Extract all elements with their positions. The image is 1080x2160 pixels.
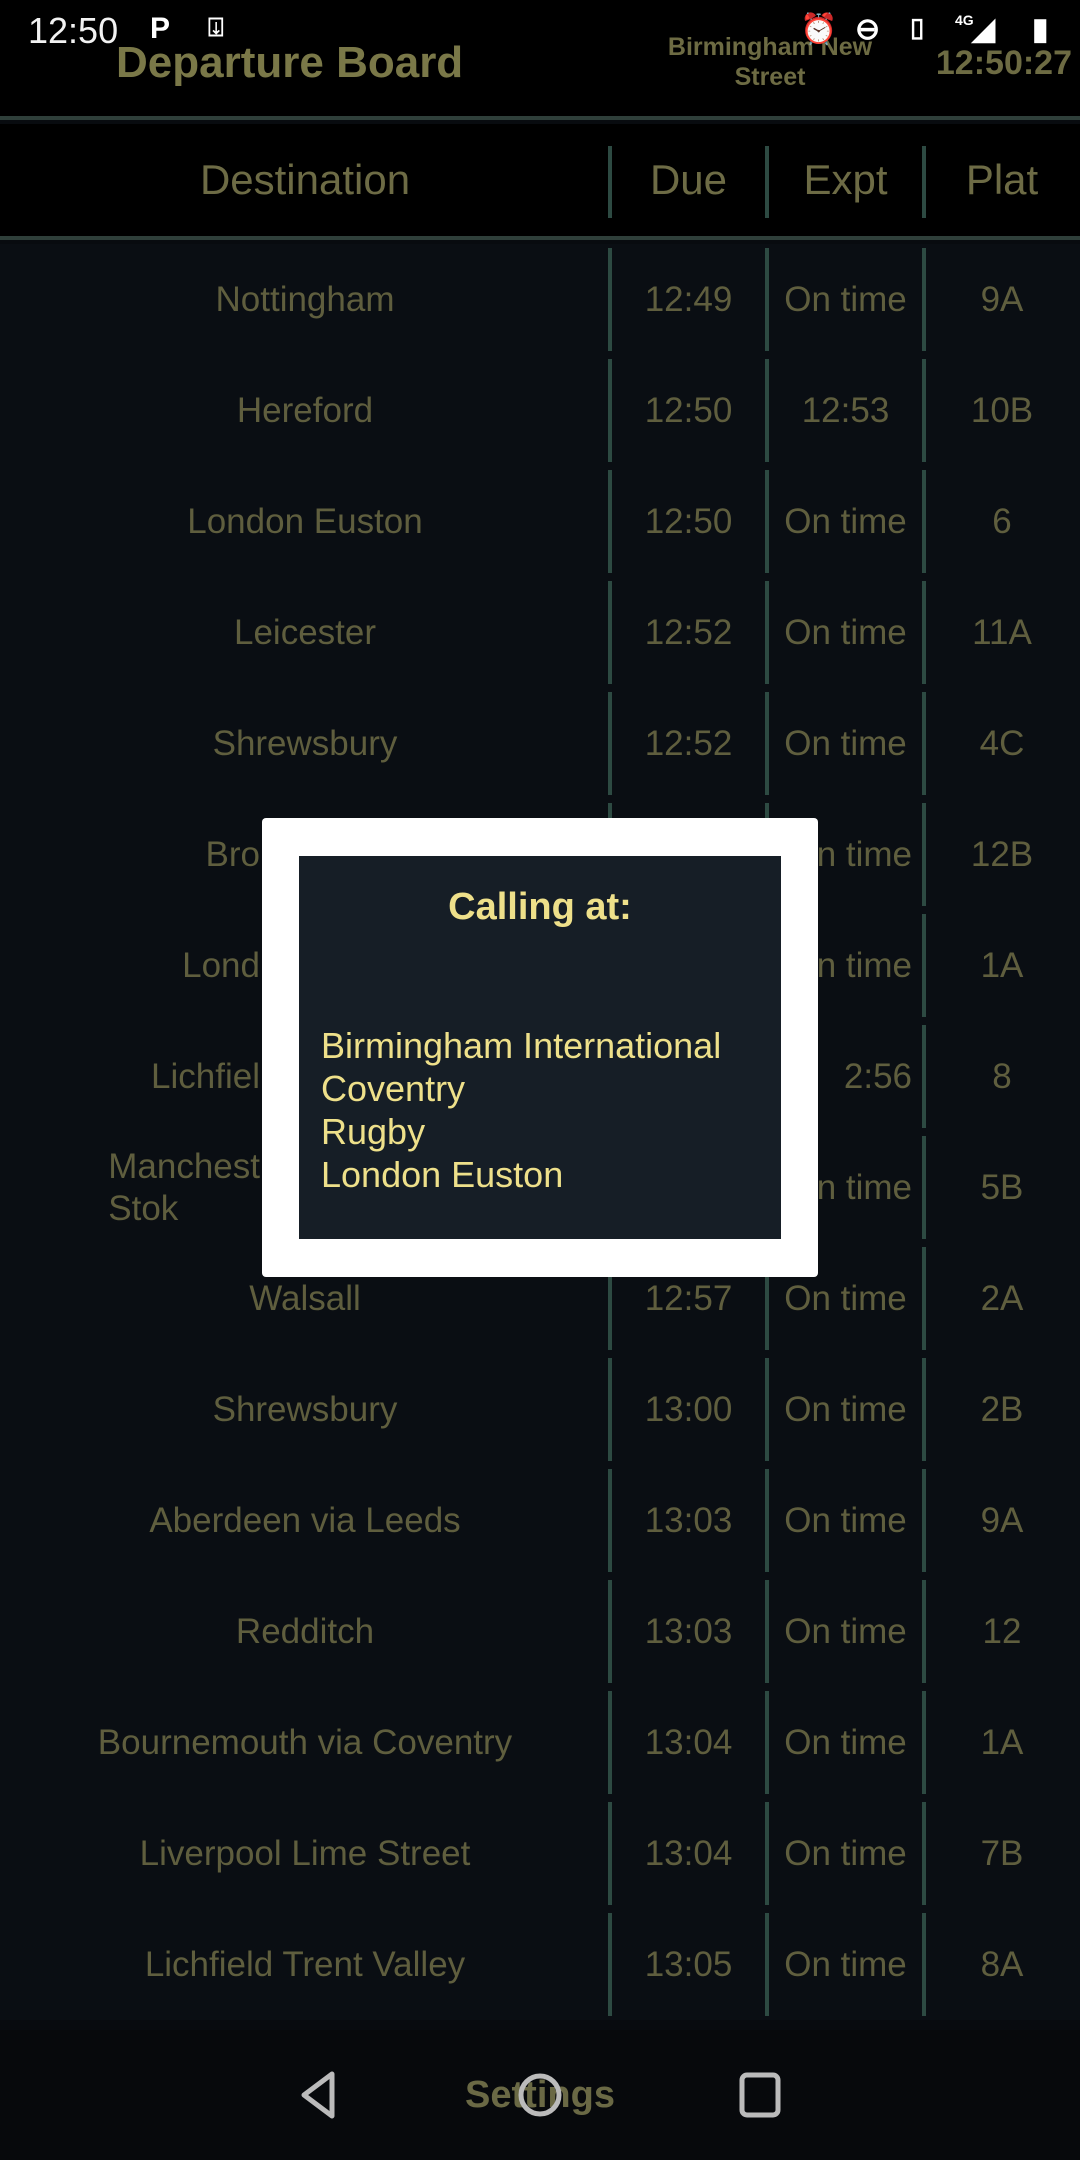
due-time: 13:05: [644, 1944, 733, 1984]
platform: 9A: [980, 1500, 1024, 1540]
platform: 11A: [972, 612, 1032, 652]
platform: 8A: [980, 1944, 1024, 1984]
col-plat: Plat: [965, 156, 1039, 203]
platform: 6: [992, 501, 1012, 541]
departure-row[interactable]: Shrewsbury 12:52 On time 4C: [0, 688, 1080, 799]
departure-row[interactable]: Hereford 12:50 12:53 10B: [0, 355, 1080, 466]
due-time: 12:52: [644, 612, 733, 652]
due-time: 13:04: [644, 1833, 733, 1873]
navigation-bar: Settings: [0, 2030, 1080, 2160]
dialog-content: Calling at: Birmingham International Cov…: [299, 856, 781, 1239]
platform: 2B: [980, 1389, 1024, 1429]
calling-points-list: Birmingham International Coventry Rugby …: [321, 1024, 721, 1196]
destination: Bournemouth via Coventry: [97, 1722, 513, 1762]
alarm-icon: ⏰: [800, 13, 838, 46]
platform: 5B: [980, 1167, 1024, 1207]
due-time: 12:49: [644, 279, 733, 319]
expected-time: On time: [784, 279, 907, 319]
platform: 8: [992, 1056, 1012, 1096]
home-icon[interactable]: [517, 2070, 563, 2120]
battery-charging-icon: ▮: [1032, 13, 1049, 46]
calling-at-dialog[interactable]: Calling at: Birmingham International Cov…: [262, 818, 818, 1277]
download-icon: ⍗: [208, 12, 224, 42]
due-time: 13:03: [644, 1611, 733, 1651]
due-time: 12:52: [644, 723, 733, 763]
dialog-title: Calling at:: [448, 886, 632, 928]
parking-icon: P: [150, 12, 171, 45]
expected-time: On time: [784, 1833, 907, 1873]
departure-row[interactable]: Nottingham 12:49 On time 9A: [0, 244, 1080, 355]
due-time: 13:03: [644, 1500, 733, 1540]
col-due: Due: [649, 156, 728, 203]
destination: Leicester: [233, 612, 377, 652]
expected-time: On time: [784, 612, 907, 652]
destination: London Euston: [187, 501, 423, 541]
expected-time: On time: [784, 1944, 907, 1984]
platform: 1A: [980, 1722, 1024, 1762]
vibrate-icon: ▯: [910, 12, 925, 42]
expected-time: 12:53: [801, 390, 890, 430]
destination: Redditch: [235, 1611, 375, 1651]
departure-row[interactable]: Bournemouth via Coventry 13:04 On time 1A: [0, 1687, 1080, 1798]
calling-point: Birmingham International: [321, 1025, 722, 1066]
platform: 9A: [980, 279, 1024, 319]
status-bar: 12:50 P ⍗ ⏰ ⊖ ▯ 4G ◢ ▮: [0, 0, 1080, 60]
departure-row[interactable]: Lichfield Trent Valley 13:05 On time 8A: [0, 1909, 1080, 2020]
status-time: 12:50: [28, 10, 119, 51]
expected-time: On time: [784, 501, 907, 541]
due-time: 13:04: [644, 1722, 733, 1762]
destination: Aberdeen via Leeds: [149, 1500, 461, 1540]
network-type: 4G: [955, 12, 974, 28]
due-time: 12:50: [644, 501, 733, 541]
departure-row[interactable]: Redditch 13:03 On time 12: [0, 1576, 1080, 1687]
expected-time: On time: [784, 1722, 907, 1762]
recents-icon[interactable]: [738, 2070, 784, 2120]
col-expt: Expt: [803, 156, 888, 203]
departure-row[interactable]: Shrewsbury 13:00 On time 2B: [0, 1354, 1080, 1465]
departure-row[interactable]: Aberdeen via Leeds 13:03 On time 9A: [0, 1465, 1080, 1576]
platform: 7B: [980, 1833, 1024, 1873]
expected-time: On time: [784, 1500, 907, 1540]
platform: 1A: [980, 945, 1024, 985]
due-time: 13:00: [644, 1389, 733, 1429]
destination: Liverpool Lime Street: [139, 1833, 471, 1873]
destination: Lichfield Trent Valley: [144, 1944, 466, 1984]
departure-row[interactable]: London Euston 12:50 On time 6: [0, 466, 1080, 577]
destination: Hereford: [236, 390, 374, 430]
platform: 12: [982, 1611, 1022, 1651]
do-not-disturb-icon: ⊖: [855, 13, 881, 46]
calling-point: Coventry: [321, 1068, 466, 1109]
due-time: 12:50: [644, 390, 733, 430]
table-header: Destination Due Expt Plat: [0, 124, 1080, 240]
expected-time: On time: [784, 1611, 907, 1651]
signal-icon: ◢: [972, 13, 996, 46]
col-destination: Destination: [199, 156, 411, 203]
departure-row[interactable]: Leicester 12:52 On time 11A: [0, 577, 1080, 688]
expected-time: On time: [784, 723, 907, 763]
platform: 2A: [980, 1278, 1024, 1318]
platform: 12B: [970, 834, 1034, 874]
departure-row[interactable]: Liverpool Lime Street 13:04 On time 7B: [0, 1798, 1080, 1909]
destination: Shrewsbury: [212, 1389, 398, 1429]
destination: Nottingham: [215, 279, 395, 319]
expected-time: On time: [784, 1389, 907, 1429]
calling-point: London Euston: [321, 1154, 564, 1195]
platform: 10B: [970, 390, 1034, 430]
calling-point: Rugby: [321, 1111, 426, 1152]
platform: 4C: [979, 723, 1025, 763]
back-icon[interactable]: [296, 2070, 340, 2120]
destination: Shrewsbury: [212, 723, 398, 763]
